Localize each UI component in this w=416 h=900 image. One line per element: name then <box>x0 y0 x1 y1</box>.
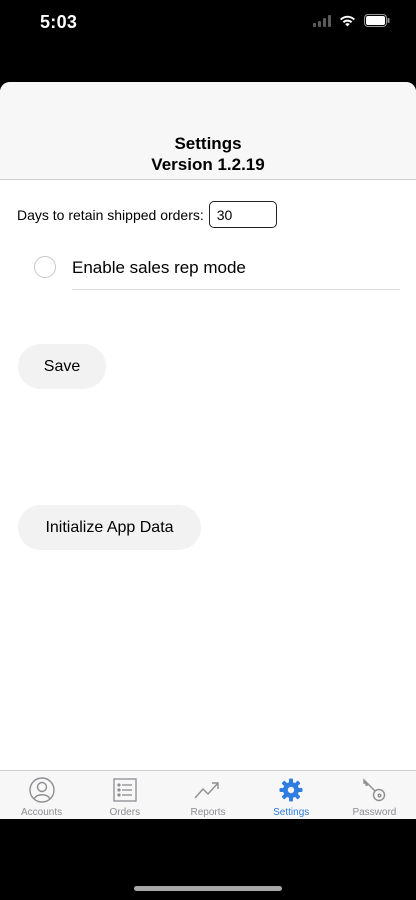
tab-label: Settings <box>273 807 310 818</box>
signal-icon <box>313 14 331 27</box>
battery-icon <box>364 14 390 27</box>
tab-label: Password <box>352 807 397 818</box>
divider <box>72 289 400 290</box>
sales-rep-toggle-row[interactable]: Enable sales rep mode <box>34 256 246 278</box>
tab-label: Orders <box>109 807 141 818</box>
nav-header: Settings Version 1.2.19 <box>0 82 416 180</box>
status-icons <box>313 14 390 27</box>
sales-rep-radio[interactable] <box>34 256 56 278</box>
retain-days-row: Days to retain shipped orders: <box>17 201 277 228</box>
save-button[interactable]: Save <box>18 344 106 389</box>
page-title: Settings <box>174 134 242 153</box>
sales-rep-label: Enable sales rep mode <box>72 258 246 277</box>
retain-days-input[interactable] <box>208 201 277 228</box>
tab-label: Reports <box>190 807 226 818</box>
tab-orders[interactable]: Orders <box>83 771 166 819</box>
tab-settings[interactable]: Settings <box>250 771 333 819</box>
tab-password[interactable]: Password <box>333 771 416 819</box>
trend-chart-icon <box>194 777 222 803</box>
retain-days-label: Days to retain shipped orders: <box>17 206 204 223</box>
tab-reports[interactable]: Reports <box>166 771 249 819</box>
person-circle-icon <box>28 777 55 803</box>
settings-sheet: Settings Version 1.2.19 Days to retain s… <box>0 82 416 819</box>
tab-label: Accounts <box>21 807 63 818</box>
key-icon <box>361 777 387 803</box>
tab-bar: Accounts Orders Reports Settings Passwor… <box>0 770 416 819</box>
list-icon <box>113 777 137 803</box>
tab-accounts[interactable]: Accounts <box>0 771 83 819</box>
initialize-app-data-button[interactable]: Initialize App Data <box>18 505 201 550</box>
wifi-icon <box>340 15 355 26</box>
status-time: 5:03 <box>40 12 78 32</box>
home-indicator[interactable] <box>134 886 282 891</box>
version-label: Version 1.2.19 <box>151 155 265 174</box>
gear-icon <box>279 777 303 803</box>
status-bar: 5:03 <box>0 0 416 46</box>
